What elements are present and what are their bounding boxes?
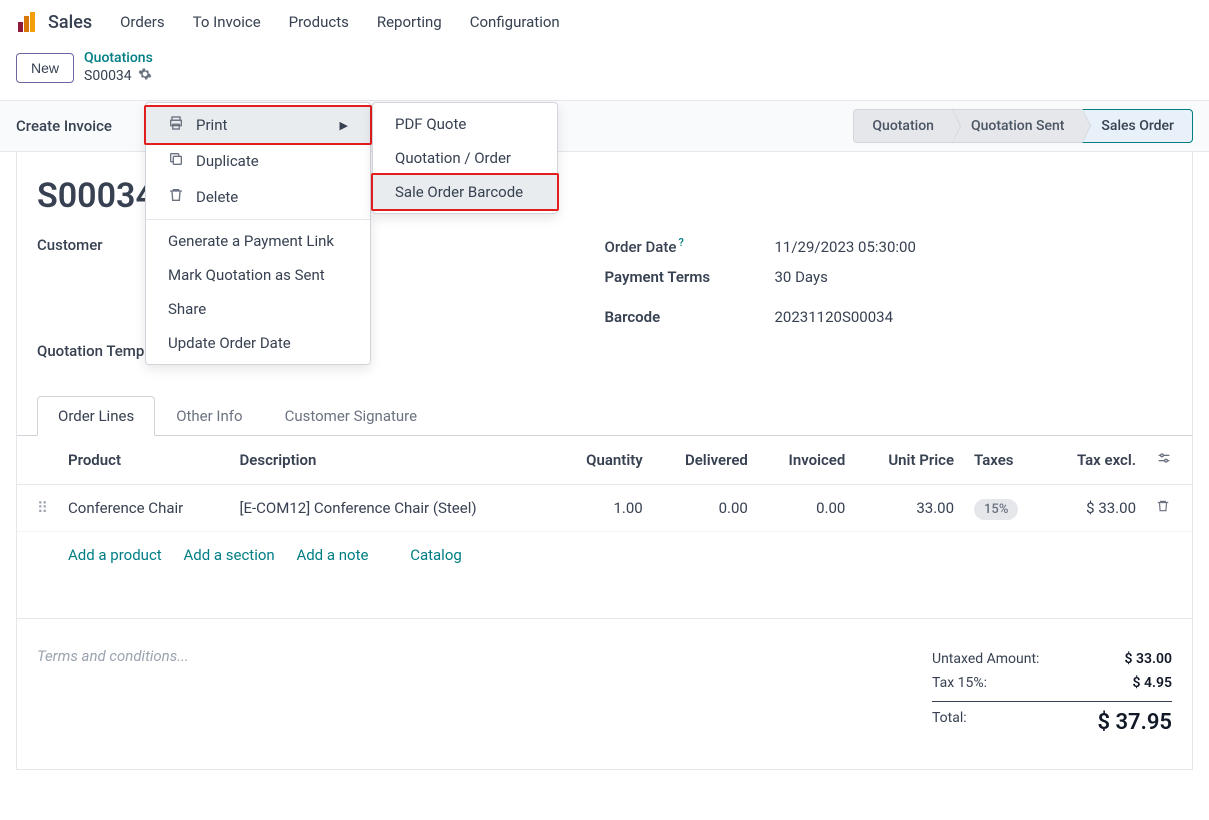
untaxed-value: $ 33.00 bbox=[1082, 651, 1172, 667]
menu-print[interactable]: Print ▶ bbox=[144, 105, 372, 145]
col-invoiced: Invoiced bbox=[758, 436, 855, 485]
tab-customer-signature[interactable]: Customer Signature bbox=[264, 396, 439, 436]
value-payment-terms[interactable]: 30 Days bbox=[775, 268, 828, 286]
total-label: Total: bbox=[932, 710, 967, 735]
breadcrumb-parent[interactable]: Quotations bbox=[84, 50, 153, 67]
cell-invoiced[interactable]: 0.00 bbox=[758, 484, 855, 531]
total-value: $ 37.95 bbox=[1082, 710, 1172, 735]
label-payment-terms: Payment Terms bbox=[605, 268, 775, 286]
add-note-link[interactable]: Add a note bbox=[296, 546, 368, 564]
status-sales-order[interactable]: Sales Order bbox=[1082, 109, 1193, 143]
label-order-date: Order Date? bbox=[605, 236, 775, 256]
top-navigation: Sales Orders To Invoice Products Reporti… bbox=[0, 0, 1209, 44]
trash-icon bbox=[168, 187, 184, 207]
nav-to-invoice[interactable]: To Invoice bbox=[193, 13, 261, 31]
tab-order-lines[interactable]: Order Lines bbox=[37, 396, 155, 436]
print-submenu: PDF Quote Quotation / Order Sale Order B… bbox=[372, 102, 558, 214]
terms-input[interactable]: Terms and conditions... bbox=[37, 647, 189, 739]
copy-icon bbox=[168, 151, 184, 171]
cell-delivered[interactable]: 0.00 bbox=[653, 484, 758, 531]
menu-sale-order-barcode[interactable]: Sale Order Barcode bbox=[371, 173, 559, 211]
cell-unit-price[interactable]: 33.00 bbox=[855, 484, 964, 531]
breadcrumb-bar: New Quotations S00034 bbox=[0, 44, 1209, 100]
tax-label: Tax 15%: bbox=[932, 675, 987, 691]
value-barcode[interactable]: 20231120S00034 bbox=[775, 308, 894, 326]
catalog-link[interactable]: Catalog bbox=[410, 546, 462, 564]
gear-icon[interactable] bbox=[138, 67, 152, 86]
drag-handle-icon[interactable]: ⠿ bbox=[17, 484, 58, 531]
untaxed-label: Untaxed Amount: bbox=[932, 651, 1039, 667]
create-invoice-button[interactable]: Create Invoice bbox=[16, 113, 112, 139]
chevron-right-icon: ▶ bbox=[340, 119, 348, 132]
menu-quotation-order[interactable]: Quotation / Order bbox=[373, 141, 557, 175]
cell-tax-excl: $ 33.00 bbox=[1046, 484, 1146, 531]
add-row: Add a product Add a section Add a note C… bbox=[17, 531, 1192, 578]
menu-delete[interactable]: Delete bbox=[146, 179, 370, 215]
col-product: Product bbox=[58, 436, 230, 485]
gear-dropdown: Print ▶ Duplicate Delete Generate a Paym… bbox=[145, 102, 371, 365]
nav-reporting[interactable]: Reporting bbox=[377, 13, 442, 31]
menu-payment-link[interactable]: Generate a Payment Link bbox=[146, 224, 370, 258]
breadcrumb-current: S00034 bbox=[84, 67, 153, 86]
menu-update-date[interactable]: Update Order Date bbox=[146, 326, 370, 360]
col-tax-excl: Tax excl. bbox=[1046, 436, 1146, 485]
delete-row-icon[interactable] bbox=[1146, 484, 1192, 531]
nav-products[interactable]: Products bbox=[289, 13, 349, 31]
help-icon[interactable]: ? bbox=[678, 236, 683, 249]
value-order-date[interactable]: 11/29/2023 05:30:00 bbox=[775, 238, 916, 256]
nav-orders[interactable]: Orders bbox=[120, 13, 165, 31]
add-section-link[interactable]: Add a section bbox=[183, 546, 274, 564]
tax-value: $ 4.95 bbox=[1082, 675, 1172, 691]
columns-settings-icon[interactable] bbox=[1146, 436, 1192, 485]
col-description: Description bbox=[230, 436, 556, 485]
menu-share[interactable]: Share bbox=[146, 292, 370, 326]
label-barcode: Barcode bbox=[605, 308, 775, 326]
sales-icon bbox=[16, 10, 40, 34]
status-quotation[interactable]: Quotation bbox=[853, 109, 953, 143]
add-product-link[interactable]: Add a product bbox=[68, 546, 162, 564]
cell-description[interactable]: [E-COM12] Conference Chair (Steel) bbox=[230, 484, 556, 531]
tab-other-info[interactable]: Other Info bbox=[155, 396, 263, 436]
cell-quantity[interactable]: 1.00 bbox=[556, 484, 653, 531]
cell-product[interactable]: Conference Chair bbox=[58, 484, 230, 531]
menu-pdf-quote[interactable]: PDF Quote bbox=[373, 107, 557, 141]
print-icon bbox=[168, 115, 184, 135]
col-unit-price: Unit Price bbox=[855, 436, 964, 485]
col-delivered: Delivered bbox=[653, 436, 758, 485]
menu-mark-sent[interactable]: Mark Quotation as Sent bbox=[146, 258, 370, 292]
order-lines-table: Product Description Quantity Delivered I… bbox=[17, 436, 1192, 578]
tabs: Order Lines Other Info Customer Signatur… bbox=[17, 396, 1192, 436]
totals: Untaxed Amount: $ 33.00 Tax 15%: $ 4.95 … bbox=[932, 647, 1172, 739]
col-taxes: Taxes bbox=[964, 436, 1046, 485]
status-quotation-sent[interactable]: Quotation Sent bbox=[952, 109, 1083, 143]
menu-duplicate[interactable]: Duplicate bbox=[146, 143, 370, 179]
cell-taxes[interactable]: 15% bbox=[964, 484, 1046, 531]
app-logo[interactable]: Sales bbox=[16, 10, 92, 34]
table-row[interactable]: ⠿ Conference Chair [E-COM12] Conference … bbox=[17, 484, 1192, 531]
new-button[interactable]: New bbox=[16, 53, 74, 83]
col-quantity: Quantity bbox=[556, 436, 653, 485]
status-pills: Quotation Quotation Sent Sales Order bbox=[854, 109, 1193, 143]
app-name: Sales bbox=[48, 12, 92, 33]
nav-configuration[interactable]: Configuration bbox=[470, 13, 560, 31]
